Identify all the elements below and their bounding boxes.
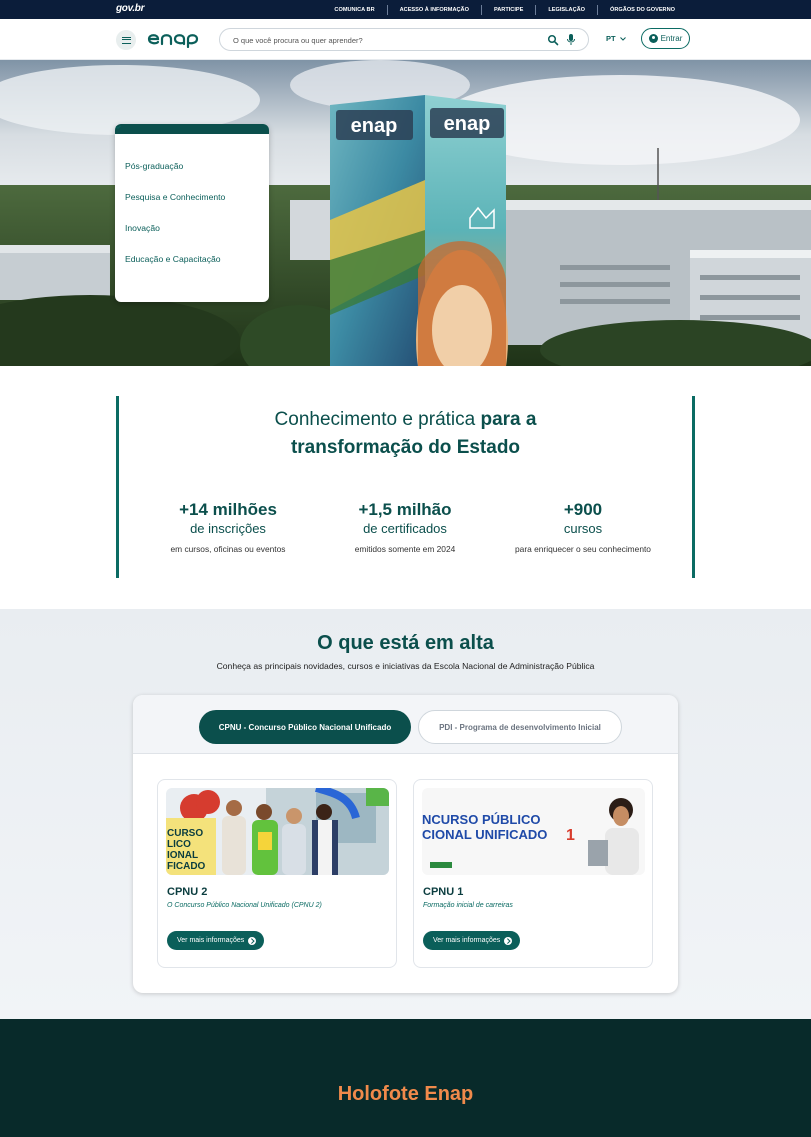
hero-menu-item-pos-graduacao[interactable]: Pós-graduação	[115, 125, 269, 181]
cpnu2-image-text-1: CURSO	[167, 828, 203, 839]
trending-tabs: CPNU - Concurso Público Nacional Unifica…	[133, 695, 678, 754]
hero-menu-item-label: Educação e Capacitação	[125, 253, 221, 264]
gov-bar-links: COMUNICA BR ACESSO À INFORMAÇÃO PARTICIP…	[322, 0, 687, 19]
gov-bar: gov.br COMUNICA BR ACESSO À INFORMAÇÃO P…	[0, 0, 811, 19]
cpnu2-image-text-3: IONAL	[167, 850, 198, 861]
accent-bar-left	[116, 396, 119, 578]
trending-panel: CPNU - Concurso Público Nacional Unifica…	[133, 695, 678, 993]
hero-menu-header	[115, 124, 269, 134]
cpnu1-image-text-2: CIONAL UNIFICADO	[422, 827, 547, 842]
search-icon[interactable]	[547, 34, 559, 46]
cpnu1-image-text-1: NCURSO PÚBLICO	[422, 812, 540, 827]
gov-link-comunica[interactable]: COMUNICA BR	[322, 5, 386, 15]
arrow-right-icon	[248, 936, 257, 945]
card-description: Formação inicial de carreiras	[423, 902, 513, 909]
enap-logo[interactable]	[147, 30, 209, 48]
user-icon	[648, 34, 658, 43]
stat-caption: em cursos, oficinas ou eventos	[170, 544, 286, 554]
cpnu2-photo: CURSO LICO IONAL FICADO	[166, 788, 389, 875]
login-button[interactable]: Entrar	[641, 28, 690, 49]
gov-link-legislacao[interactable]: LEGISLAÇÃO	[535, 4, 597, 15]
headline-part-3: transformação do Estado	[290, 437, 521, 458]
cpnu2-image-text-4: FICADO	[167, 861, 206, 872]
more-info-button[interactable]: Ver mais informações	[423, 931, 521, 950]
card-image-cpnu-1: NCURSO PÚBLICO CIONAL UNIFICADO 1	[422, 788, 645, 875]
tab-cpnu[interactable]: CPNU - Concurso Público Nacional Unifica…	[199, 710, 411, 744]
stat-unit: cursos	[563, 521, 603, 536]
headline-part-1: Conhecimento e prática	[274, 409, 476, 430]
stat-value: +14 milhões	[179, 500, 277, 519]
stat-value: +900	[563, 500, 603, 519]
trending-title: O que está em alta	[317, 632, 494, 654]
stat-inscricoes: +14 milhões de inscrições em cursos, ofi…	[138, 500, 318, 554]
site-header: PT Entrar	[0, 19, 811, 60]
chevron-down-icon	[619, 36, 626, 41]
stat-caption: para enriquecer o seu conhecimento	[515, 544, 651, 554]
card-description: O Concurso Público Nacional Unificado (C…	[167, 902, 322, 909]
search-input[interactable]	[233, 33, 533, 47]
hero-menu-item-educacao[interactable]: Educação e Capacitação	[115, 125, 269, 274]
more-info-label: Ver mais informações	[433, 937, 501, 944]
login-label: Entrar	[660, 34, 683, 43]
stats-section: Conhecimento e prática para a transforma…	[0, 366, 811, 609]
stats-headline: Conhecimento e prática para a transforma…	[200, 406, 611, 462]
card-cpnu-2[interactable]: CURSO LICO IONAL FICADO CPNU 2 O Concurs…	[157, 779, 397, 968]
card-cpnu-1[interactable]: NCURSO PÚBLICO CIONAL UNIFICADO 1 CPNU 1…	[413, 779, 653, 968]
language-selector[interactable]: PT	[606, 34, 626, 43]
arrow-right-icon	[504, 936, 513, 945]
hero-menu-item-label: Pós-graduação	[125, 160, 184, 171]
hero-menu: Pós-graduação Pesquisa e Conhecimento In…	[115, 124, 269, 302]
trending-section: O que está em alta Conheça as principais…	[0, 609, 811, 1019]
card-image-cpnu-2: CURSO LICO IONAL FICADO	[166, 788, 389, 875]
more-info-label: Ver mais informações	[177, 937, 245, 944]
menu-icon	[121, 36, 131, 44]
search-bar	[219, 28, 589, 51]
hero-menu-item-inovacao[interactable]: Inovação	[115, 125, 269, 243]
stat-caption: emitidos somente em 2024	[354, 544, 456, 554]
gov-link-acesso-informacao[interactable]: ACESSO À INFORMAÇÃO	[386, 4, 481, 15]
tab-pdi[interactable]: PDI - Programa de desenvolvimento Inicia…	[418, 710, 622, 744]
stat-certificados: +1,5 milhão de certificados emitidos som…	[315, 500, 495, 554]
card-title: CPNU 1	[423, 886, 464, 898]
hero-menu-item-label: Inovação	[125, 222, 160, 233]
stat-cursos: +900 cursos para enriquecer o seu conhec…	[493, 500, 673, 554]
tower-logo-left: enap	[351, 115, 398, 137]
holofote-section: Holofote Enap	[0, 1019, 811, 1137]
holofote-title: Holofote Enap	[337, 1083, 474, 1105]
govbr-logo[interactable]: gov.br	[116, 3, 145, 14]
language-label: PT	[606, 34, 616, 43]
stat-value: +1,5 milhão	[358, 500, 452, 519]
microphone-icon[interactable]	[566, 33, 576, 46]
cpnu2-image-text-2: LICO	[167, 839, 191, 850]
cpnu1-photo: NCURSO PÚBLICO CIONAL UNIFICADO 1	[422, 788, 645, 875]
gov-link-orgaos[interactable]: ÓRGÃOS DO GOVERNO	[597, 4, 687, 15]
more-info-button[interactable]: Ver mais informações	[167, 931, 265, 950]
hero-banner: enap enap Pós-graduação Pesquisa e Conhe…	[0, 60, 811, 366]
stat-unit: de inscrições	[190, 521, 266, 536]
trending-subtitle: Conheça as principais novidades, cursos …	[216, 661, 595, 671]
hero-menu-item-pesquisa[interactable]: Pesquisa e Conhecimento	[115, 125, 269, 212]
headline-part-2: para a	[480, 409, 537, 430]
chevron-down-icon	[115, 125, 121, 129]
stat-unit: de certificados	[363, 521, 447, 536]
tower-logo-right: enap	[444, 113, 491, 135]
hero-menu-item-label: Pesquisa e Conhecimento	[125, 191, 226, 202]
hamburger-menu-button[interactable]	[116, 30, 136, 50]
svg-text:1: 1	[566, 827, 575, 844]
gov-link-participe[interactable]: PARTICIPE	[480, 4, 535, 15]
accent-bar-right	[692, 396, 695, 578]
card-title: CPNU 2	[167, 886, 208, 898]
